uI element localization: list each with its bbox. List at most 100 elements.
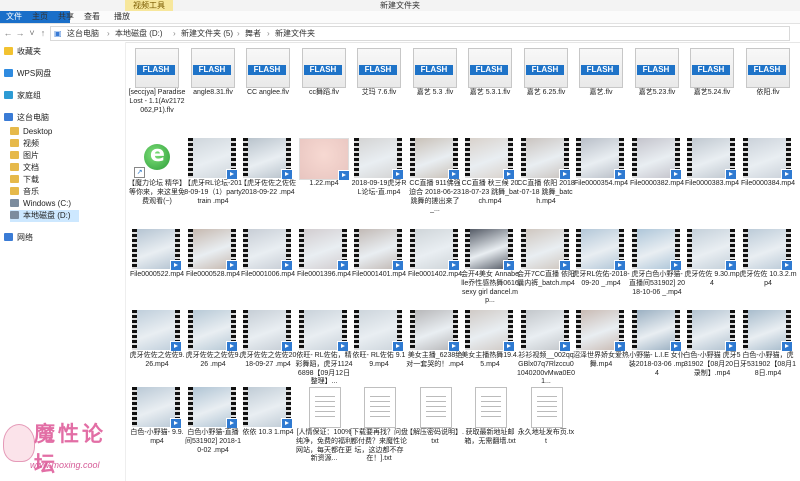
video-thumbnail bbox=[188, 229, 238, 271]
folder-icon bbox=[10, 139, 19, 147]
breadcrumb-separator-icon: › bbox=[267, 29, 270, 38]
video-badge-icon bbox=[614, 260, 626, 271]
sidebar-item[interactable]: WPS网盘 bbox=[4, 68, 51, 80]
video-badge-icon bbox=[559, 169, 571, 180]
breadcrumb-separator-icon: › bbox=[173, 29, 176, 38]
video-badge-icon bbox=[559, 341, 571, 352]
flash-file-icon: FLASH bbox=[743, 47, 791, 88]
sidebar-item[interactable]: 这台电脑 bbox=[4, 112, 49, 124]
file-name: 沼泽世界娇女爱热舞.mp4 bbox=[573, 352, 629, 368]
file-name: 美女主播热舞19.4.5.mp4 bbox=[461, 352, 519, 368]
video-badge-icon bbox=[226, 260, 238, 271]
file-name: 小野猫- L.I.E 女仆装2018-03-06 .mp4 bbox=[628, 352, 686, 377]
file-name: File0001401.mp4 bbox=[351, 271, 407, 278]
tab-play[interactable]: 播放 bbox=[108, 11, 136, 23]
video-badge-icon bbox=[170, 341, 182, 352]
file-name: 【虎牙佐佐之佐佐2018-09-22 .mp4 bbox=[240, 180, 296, 196]
tab-view[interactable]: 查看 bbox=[78, 11, 106, 23]
video-badge-icon bbox=[725, 169, 737, 180]
video-thumbnail bbox=[521, 310, 571, 352]
file-name: 【解压密码说明】.txt bbox=[406, 429, 464, 445]
video-badge-icon bbox=[781, 169, 793, 180]
video-badge-icon bbox=[226, 169, 238, 180]
sidebar-item[interactable]: 收藏夹 bbox=[4, 46, 41, 58]
text-file-icon bbox=[299, 387, 347, 428]
file-grid: FLASH [seccjya] Paradise Lost - 1.1(Av217… bbox=[126, 42, 800, 481]
video-thumbnail bbox=[299, 310, 349, 352]
tab-home[interactable]: 主页 bbox=[26, 11, 54, 23]
sidebar-item[interactable]: 网络 bbox=[4, 232, 33, 244]
video-thumbnail bbox=[132, 387, 182, 429]
flash-file-icon: FLASH bbox=[132, 47, 180, 88]
sidebar-item-label: 图片 bbox=[23, 151, 39, 160]
sidebar-item-label: WPS网盘 bbox=[17, 69, 52, 78]
breadcrumb-drive-d[interactable]: 本地磁盘 (D:) bbox=[115, 27, 163, 40]
forward-arrow-icon[interactable]: → bbox=[15, 27, 25, 39]
file-name: 白色-小野猫- 9.9.mp4 bbox=[130, 429, 184, 445]
video-thumbnail bbox=[465, 229, 515, 271]
file-name: 2018-09-19虎牙RL论坛-直.mp4 bbox=[351, 180, 407, 196]
file-name: [seccjya] Paradise Lost - 1.1(Av2172062,… bbox=[128, 89, 186, 114]
video-thumbnail bbox=[687, 138, 737, 180]
sidebar-item[interactable]: 文档 bbox=[10, 162, 39, 174]
breadcrumb-separator-icon: › bbox=[107, 29, 110, 38]
video-badge-icon bbox=[170, 418, 182, 429]
sidebar-item[interactable]: 下载 bbox=[10, 174, 39, 186]
up-arrow-icon[interactable]: ↑ bbox=[38, 27, 48, 39]
video-badge-icon bbox=[337, 341, 349, 352]
video-thumbnail bbox=[465, 310, 515, 352]
sidebar-item-label: 文档 bbox=[23, 163, 39, 172]
breadcrumb-folder-5[interactable]: 新建文件夹 (5) bbox=[181, 27, 233, 40]
video-badge-icon bbox=[670, 341, 682, 352]
video-badge-icon bbox=[670, 260, 682, 271]
file-name: 嘉艺.flv bbox=[589, 89, 613, 96]
video-thumbnail bbox=[354, 229, 404, 271]
sidebar-item[interactable]: Windows (C:) bbox=[10, 198, 71, 210]
sidebar-item[interactable]: Desktop bbox=[10, 126, 52, 138]
video-badge-icon bbox=[281, 341, 293, 352]
video-thumbnail bbox=[243, 138, 293, 180]
flash-file-icon: FLASH bbox=[410, 47, 458, 88]
breadcrumb-new-folder[interactable]: 新建文件夹 bbox=[275, 27, 315, 40]
flash-file-icon: FLASH bbox=[188, 47, 236, 88]
video-thumbnail bbox=[632, 310, 682, 352]
video-badge-icon bbox=[392, 169, 404, 180]
back-arrow-icon[interactable]: ← bbox=[3, 27, 13, 39]
text-file-icon bbox=[465, 387, 513, 428]
sidebar-item[interactable]: 图片 bbox=[10, 150, 39, 162]
video-badge-icon bbox=[781, 341, 793, 352]
address-input[interactable]: ▣ 这台电脑 › 本地磁盘 (D:) › 新建文件夹 (5) › 舞者 › 新建… bbox=[50, 26, 790, 41]
file-name: 虎牙佐佐 9.30.mp4 bbox=[684, 271, 740, 287]
file-name: 白色小野猫-直播间531902] 2018-10-02 .mp4 bbox=[184, 429, 242, 454]
drive-icon bbox=[10, 211, 19, 219]
flash-file-icon: FLASH bbox=[576, 47, 624, 88]
video-thumbnail bbox=[632, 229, 682, 271]
sidebar-item[interactable]: 音乐 bbox=[10, 186, 39, 198]
sidebar-item[interactable]: 视频 bbox=[10, 138, 39, 150]
folder-icon bbox=[10, 127, 19, 135]
video-badge-icon bbox=[614, 169, 626, 180]
shortcut-arrow-icon: ↗ bbox=[134, 167, 145, 178]
sidebar-item[interactable]: 家庭组 bbox=[4, 90, 41, 102]
folder-icon bbox=[10, 163, 19, 171]
folder-icon bbox=[10, 151, 19, 159]
file-name: File0000382.mp4 bbox=[629, 180, 685, 187]
file-name: File0000522.mp4 bbox=[129, 271, 185, 278]
sidebar-item-label: 这台电脑 bbox=[17, 113, 49, 122]
sidebar-item-label: 收藏夹 bbox=[17, 47, 41, 56]
file-name: 依依 10.3 1.mp4 bbox=[242, 429, 294, 436]
breadcrumb-this-pc[interactable]: 这台电脑 bbox=[67, 27, 99, 40]
video-thumbnail bbox=[521, 229, 571, 271]
breadcrumb-separator-icon: › bbox=[237, 29, 240, 38]
file-name: cc舞蹈.flv bbox=[309, 89, 339, 96]
file-name: 艾玛 7.6.flv bbox=[361, 89, 397, 96]
flash-file-icon: FLASH bbox=[299, 47, 347, 88]
breadcrumb-dancer[interactable]: 舞者 bbox=[245, 27, 261, 40]
file-name: 白色-小野猫 虎牙531902【08月20日录制】.mp4 bbox=[683, 352, 741, 377]
ribbon-tabs: 文件 主页 共享 查看 播放 bbox=[0, 11, 800, 24]
file-name: 嘉艺 5.3.1.flv bbox=[469, 89, 511, 96]
chevron-down-icon[interactable]: ˅ bbox=[27, 27, 37, 39]
tab-share[interactable]: 共享 bbox=[52, 11, 80, 23]
video-thumbnail bbox=[521, 138, 571, 180]
sidebar-item[interactable]: 本地磁盘 (D:) bbox=[10, 210, 79, 222]
